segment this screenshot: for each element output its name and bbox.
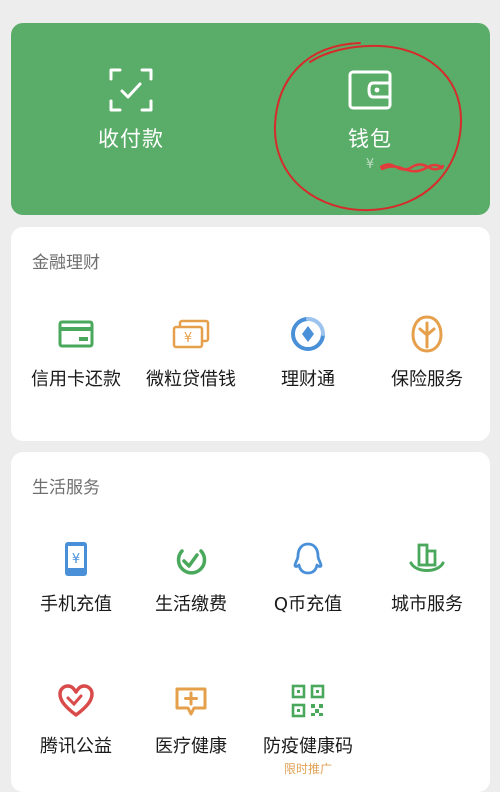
mobile-topup-item[interactable]: ¥ 手机充值 (16, 540, 136, 616)
wallet-button[interactable]: 钱包 ¥ (250, 23, 490, 215)
svg-text:¥: ¥ (184, 331, 192, 346)
credit-card-icon (57, 315, 95, 353)
phone-icon: ¥ (57, 540, 95, 578)
insurance-icon (408, 315, 446, 353)
licaitong-item[interactable]: 理财通 (248, 315, 368, 391)
life-services-section: 生活服务 ¥ 手机充值 生活缴费 Q币充值 城市服务 腾讯公益 医疗健康 防疫健… (11, 452, 490, 792)
pay-receive-button[interactable]: 收付款 (11, 23, 251, 215)
credit-card-repay-item[interactable]: 信用卡还款 (16, 315, 136, 391)
insurance-item[interactable]: 保险服务 (367, 315, 487, 391)
life-section-title: 生活服务 (32, 478, 100, 498)
balance-redaction-scribble (379, 163, 444, 173)
wallet-label: 钱包 (348, 127, 392, 151)
wealth-icon (289, 315, 327, 353)
svg-text:¥: ¥ (72, 552, 80, 567)
utility-icon (172, 540, 210, 578)
medical-icon (172, 682, 210, 720)
qr-code-icon (289, 682, 327, 720)
city-services-item[interactable]: 城市服务 (367, 540, 487, 616)
scan-pay-icon (109, 68, 153, 112)
utility-bills-item[interactable]: 生活缴费 (131, 540, 251, 616)
promo-tag: 限时推广 (283, 762, 332, 776)
charity-icon (57, 682, 95, 720)
qq-icon (289, 540, 327, 578)
finance-section-title: 金融理财 (32, 253, 100, 273)
pay-receive-label: 收付款 (98, 127, 164, 151)
hero-panel: 收付款 钱包 ¥ (11, 23, 490, 215)
q-coin-topup-item[interactable]: Q币充值 (248, 540, 368, 616)
weilidai-loan-item[interactable]: ¥ 微粒贷借钱 (131, 315, 251, 391)
tencent-charity-item[interactable]: 腾讯公益 (16, 682, 136, 758)
city-icon (408, 540, 446, 578)
health-code-item[interactable]: 防疫健康码 限时推广 (248, 682, 368, 777)
finance-section: 金融理财 信用卡还款 ¥ 微粒贷借钱 理财通 保险服务 (11, 227, 490, 441)
medical-health-item[interactable]: 医疗健康 (131, 682, 251, 758)
wallet-balance: ¥ (366, 157, 444, 173)
wallet-icon (348, 70, 392, 110)
cash-icon: ¥ (172, 315, 210, 353)
